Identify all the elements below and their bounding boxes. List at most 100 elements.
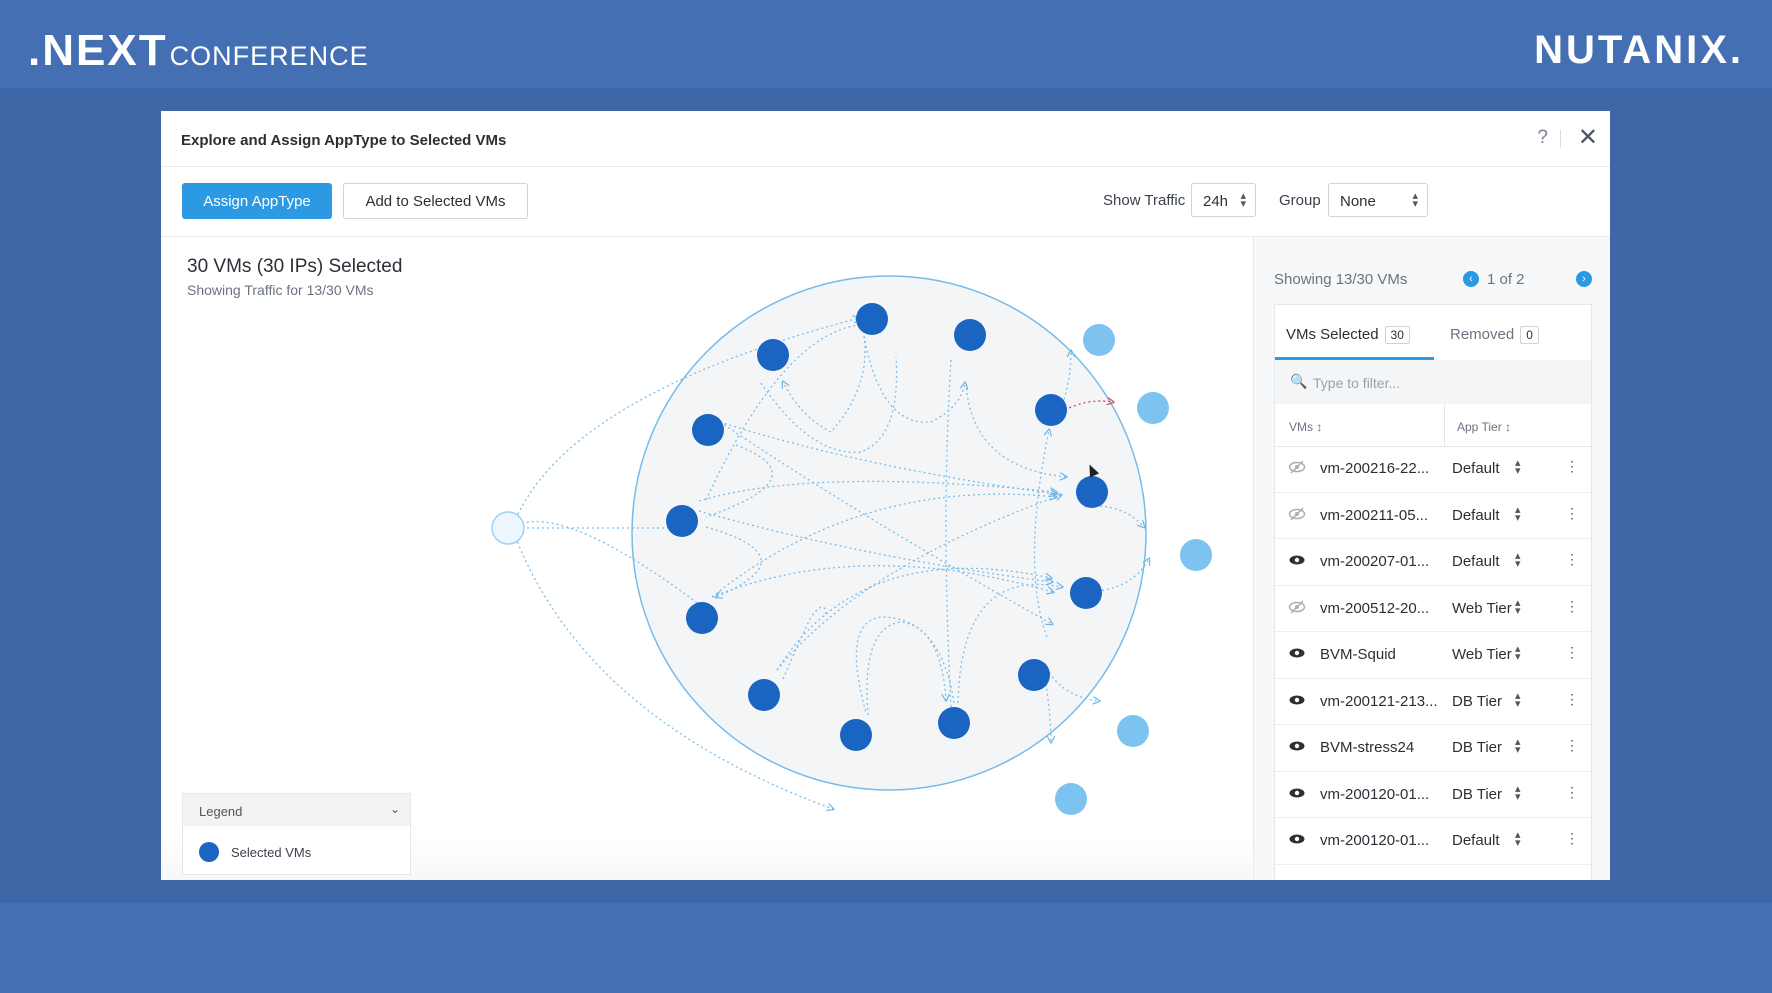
header-divider [1560, 130, 1561, 148]
select-caret-icon[interactable]: ▴ ▾ [1515, 597, 1521, 616]
app-tier-select[interactable]: DB Tier [1452, 693, 1502, 710]
external-node[interactable] [1117, 715, 1149, 747]
column-header-app-tier[interactable]: App Tier ↕ [1457, 420, 1511, 434]
app-tier-select[interactable]: Default [1452, 460, 1500, 477]
vm-node[interactable] [692, 414, 724, 446]
app-tier-select[interactable]: DB Tier [1452, 739, 1502, 756]
vm-name: vm-200207-01... [1320, 553, 1430, 570]
table-row: vm-200120-01... DB Tier ▴ ▾ ⋮ [1275, 772, 1591, 818]
vm-node[interactable] [757, 339, 789, 371]
selected-count-badge: 30 [1384, 326, 1410, 344]
external-node[interactable] [491, 511, 525, 545]
external-node[interactable] [1055, 783, 1087, 815]
add-to-selected-vms-button[interactable]: Add to Selected VMs [343, 183, 528, 219]
eye-icon[interactable] [1288, 737, 1306, 755]
table-row: vm-200207-01... Default ▴ ▾ ⋮ [1275, 539, 1591, 586]
eye-icon[interactable] [1288, 784, 1306, 802]
eye-off-icon[interactable] [1288, 598, 1306, 616]
vm-node[interactable] [1070, 577, 1102, 609]
vm-node[interactable] [954, 319, 986, 351]
legend: Legend ⌄ Selected VMs [182, 793, 411, 875]
group-select[interactable]: None ▴ ▾ [1328, 183, 1428, 217]
vm-table-body: vm-200216-22... Default ▴ ▾ ⋮ vm-200211-0… [1275, 446, 1591, 865]
app-tier-select[interactable]: DB Tier [1452, 786, 1502, 803]
table-row: vm-200216-22... Default ▴ ▾ ⋮ [1275, 446, 1591, 493]
filter-bar: 🔍 [1275, 360, 1591, 404]
app-tier-select[interactable]: Default [1452, 507, 1500, 524]
vm-node[interactable] [1035, 394, 1067, 426]
more-options-icon[interactable]: ⋮ [1565, 784, 1579, 801]
selected-vm-swatch [199, 842, 219, 862]
vm-node[interactable] [856, 303, 888, 335]
vm-name: BVM-stress24 [1320, 739, 1415, 756]
chevron-down-icon: ⌄ [389, 802, 400, 816]
nutanix-logo: NUTANIX. [1534, 28, 1744, 72]
chevron-right-icon[interactable]: › [1576, 271, 1592, 287]
assign-apptype-button[interactable]: Assign AppType [182, 183, 332, 219]
external-node[interactable] [1180, 539, 1212, 571]
legend-header[interactable]: Legend ⌄ [183, 794, 410, 826]
external-node[interactable] [1083, 324, 1115, 356]
help-icon[interactable]: ? [1537, 127, 1548, 149]
select-caret-icon[interactable]: ▴ ▾ [1515, 504, 1521, 523]
legend-item: Selected VMs [183, 826, 410, 874]
more-options-icon[interactable]: ⋮ [1565, 737, 1579, 754]
more-options-icon[interactable]: ⋮ [1565, 830, 1579, 847]
tab-vms-selected[interactable]: VMs Selected 30 [1275, 305, 1434, 360]
eye-icon[interactable] [1288, 644, 1306, 662]
eye-icon[interactable] [1288, 830, 1306, 848]
dialog-title: Explore and Assign AppType to Selected V… [181, 132, 507, 149]
close-icon[interactable]: ✕ [1578, 123, 1598, 152]
vm-node[interactable] [748, 679, 780, 711]
more-options-icon[interactable]: ⋮ [1565, 458, 1579, 475]
vm-name: vm-200512-20... [1320, 599, 1430, 617]
table-header: VMs ↕ App Tier ↕ [1275, 404, 1591, 447]
filter-input[interactable] [1311, 369, 1575, 397]
vm-name: vm-200216-22... [1320, 460, 1430, 477]
vm-node[interactable] [938, 707, 970, 739]
group-label: Group [1279, 192, 1321, 209]
select-caret-icon[interactable]: ▴ ▾ [1515, 783, 1521, 802]
table-row: vm-200121-213... DB Tier ▴ ▾ ⋮ [1275, 679, 1591, 725]
select-caret-icon[interactable]: ▴ ▾ [1515, 830, 1521, 849]
vm-node[interactable] [1076, 476, 1108, 508]
table-row: BVM-Squid Web Tier ▴ ▾ ⋮ [1275, 632, 1591, 679]
column-header-vms[interactable]: VMs ↕ [1289, 420, 1322, 434]
app-tier-select[interactable]: Default [1452, 553, 1500, 570]
select-caret-icon: ▴ ▾ [1412, 190, 1418, 210]
vm-node[interactable] [840, 719, 872, 751]
removed-count-badge: 0 [1520, 326, 1539, 344]
pagination-text: 1 of 2 [1487, 271, 1525, 288]
vm-node[interactable] [1018, 659, 1050, 691]
vm-node[interactable] [666, 505, 698, 537]
table-row: vm-200120-01... Default ▴ ▾ ⋮ [1275, 818, 1591, 865]
show-traffic-select[interactable]: 24h ▴ ▾ [1191, 183, 1256, 217]
eye-off-icon[interactable] [1288, 505, 1306, 523]
more-options-icon[interactable]: ⋮ [1565, 505, 1579, 522]
more-options-icon[interactable]: ⋮ [1565, 551, 1579, 568]
app-tier-select[interactable]: Default [1452, 832, 1500, 849]
eye-icon[interactable] [1288, 551, 1306, 569]
tab-removed[interactable]: Removed 0 [1450, 305, 1580, 360]
app-tier-select[interactable]: Web Tier [1452, 646, 1512, 663]
app-tier-select[interactable]: Web Tier [1452, 600, 1512, 617]
more-options-icon[interactable]: ⋮ [1565, 644, 1579, 661]
dialog-header: Explore and Assign AppType to Selected V… [161, 111, 1610, 167]
select-caret-icon[interactable]: ▴ ▾ [1515, 737, 1521, 756]
more-options-icon[interactable]: ⋮ [1565, 691, 1579, 708]
select-caret-icon[interactable]: ▴ ▾ [1515, 690, 1521, 709]
external-node[interactable] [1137, 392, 1169, 424]
eye-off-icon[interactable] [1288, 458, 1306, 476]
select-caret-icon[interactable]: ▴ ▾ [1515, 644, 1521, 663]
chevron-left-icon[interactable]: ‹ [1463, 271, 1479, 287]
select-caret-icon[interactable]: ▴ ▾ [1515, 551, 1521, 570]
next-conference-logo: .NEXTCONFERENCE [28, 26, 369, 75]
eye-icon[interactable] [1288, 691, 1306, 709]
vm-node[interactable] [686, 602, 718, 634]
more-options-icon[interactable]: ⋮ [1565, 598, 1579, 615]
traffic-graph [491, 275, 1212, 815]
show-traffic-label: Show Traffic [1103, 192, 1186, 209]
select-caret-icon[interactable]: ▴ ▾ [1515, 458, 1521, 477]
column-divider [1444, 404, 1445, 446]
traffic-graph-area [161, 237, 1252, 880]
